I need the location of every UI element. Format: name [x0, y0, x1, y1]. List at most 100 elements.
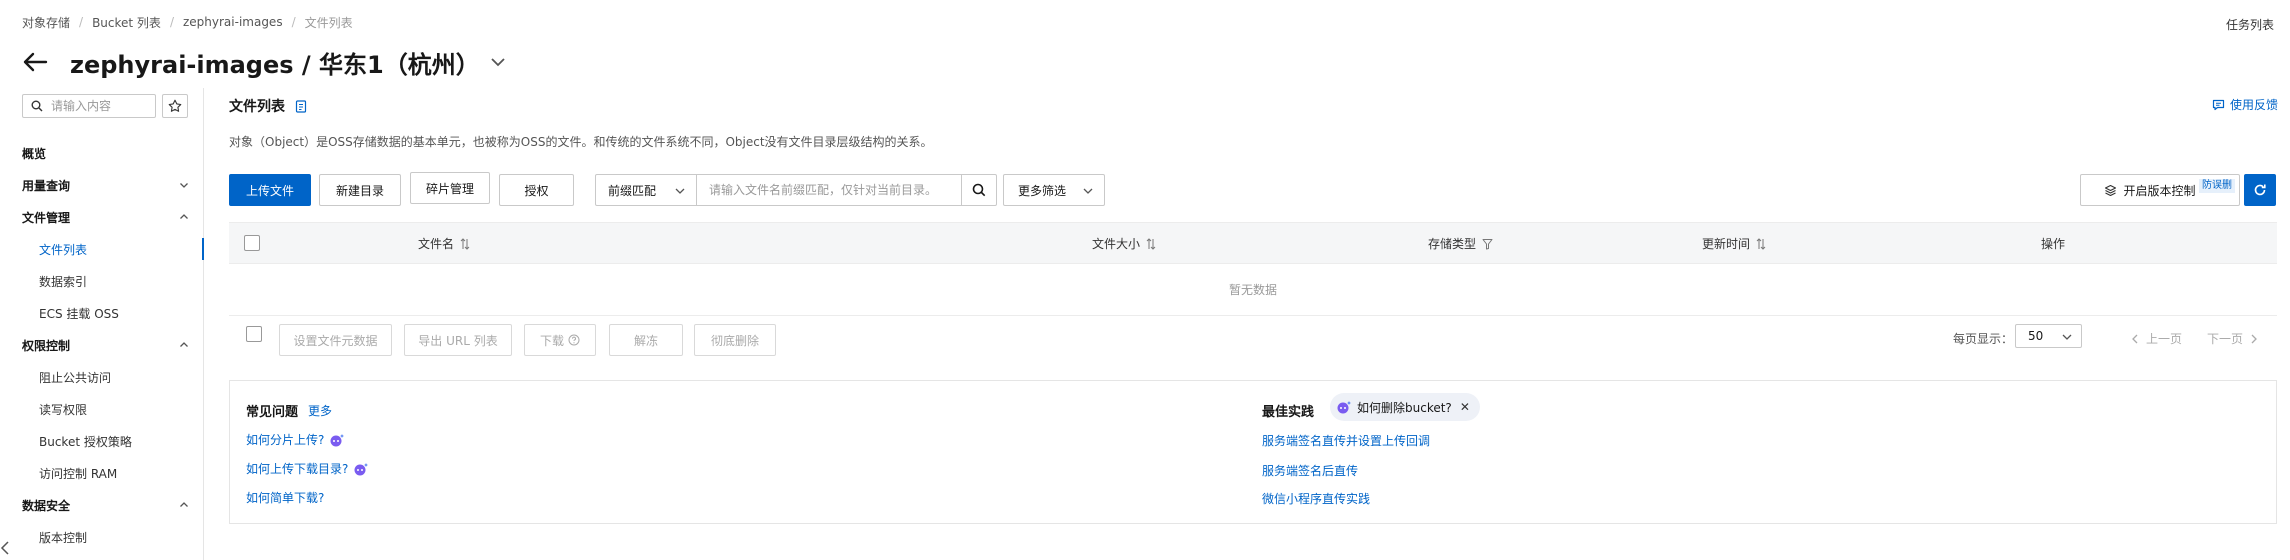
favorite-star-button[interactable]: [162, 94, 188, 118]
permanent-delete-button[interactable]: 彻底删除: [694, 324, 776, 356]
chevron-down-icon: [180, 183, 188, 188]
column-header-file-size[interactable]: 文件大小: [1092, 235, 1156, 252]
download-button[interactable]: 下载: [524, 324, 596, 356]
sidebar-item-file-management[interactable]: 文件管理: [0, 206, 204, 228]
breadcrumb-current: 文件列表: [304, 15, 353, 30]
select-all-checkbox[interactable]: [244, 235, 260, 251]
close-icon[interactable]: ✕: [1460, 400, 1470, 414]
sidebar-item-label: 用量查询: [22, 178, 71, 193]
best-practice-link[interactable]: 微信小程序直传实践: [1262, 490, 1370, 507]
breadcrumb-item[interactable]: 对象存储: [22, 14, 70, 31]
chevron-down-icon[interactable]: [490, 52, 510, 72]
prev-page-label: 上一页: [2146, 332, 2183, 346]
more-filter-label: 更多筛选: [1018, 183, 1067, 198]
help-icon: [568, 334, 580, 346]
breadcrumb-item[interactable]: Bucket 列表: [92, 14, 161, 31]
sidebar-item-rw-permission[interactable]: 读写权限: [0, 398, 204, 420]
authorize-button[interactable]: 授权: [499, 174, 574, 206]
new-directory-button[interactable]: 新建目录: [319, 174, 401, 206]
layers-icon: [2105, 184, 2117, 196]
sidebar-item-ecs-mount[interactable]: ECS 挂载 OSS: [0, 302, 204, 324]
faq-link[interactable]: 如何分片上传?: [246, 431, 345, 448]
ai-question-chip[interactable]: 如何删除bucket? ✕: [1330, 393, 1480, 421]
ai-assistant-icon: [330, 433, 345, 446]
chevron-up-icon: [180, 502, 188, 507]
upload-file-button[interactable]: 上传文件: [229, 174, 311, 206]
sort-icon: [460, 237, 470, 250]
faq-more-link[interactable]: 更多: [308, 402, 332, 419]
search-icon: [972, 183, 986, 197]
prefix-match-value: 前缀匹配: [608, 183, 657, 198]
prefix-match-select[interactable]: 前缀匹配: [595, 174, 697, 206]
sidebar-item-overview[interactable]: 概览: [0, 142, 204, 164]
fragment-management-button[interactable]: 碎片管理: [410, 172, 490, 204]
breadcrumb-separator: /: [291, 15, 296, 29]
feedback-label: 使用反馈: [2229, 98, 2278, 112]
batch-select-checkbox[interactable]: [246, 326, 262, 342]
chevron-left-icon: [2132, 334, 2138, 343]
column-label: 文件名: [418, 237, 455, 251]
sidebar-item-label: 权限控制: [22, 338, 71, 353]
column-header-actions: 操作: [2041, 235, 2065, 252]
chevron-down-icon: [675, 188, 685, 194]
best-practice-link[interactable]: 服务端签名后直传: [1262, 462, 1358, 479]
table-header: 文件名 文件大小 存储类型 更新时间 操作: [229, 222, 2277, 264]
search-icon: [31, 100, 43, 112]
page-size-select[interactable]: 50: [2015, 324, 2082, 348]
sort-icon: [1756, 237, 1766, 250]
sidebar-item-label: 数据索引: [39, 274, 88, 289]
sidebar-collapse-button[interactable]: [0, 536, 14, 560]
enable-version-control-button[interactable]: 开启版本控制 防误删: [2080, 174, 2240, 206]
chevron-down-icon: [1083, 188, 1093, 194]
sidebar-item-block-public-access[interactable]: 阻止公共访问: [0, 366, 204, 388]
filter-icon: [1482, 238, 1493, 249]
task-list-link[interactable]: 任务列表: [2226, 16, 2274, 33]
breadcrumb-separator: /: [169, 15, 174, 29]
breadcrumb-separator: /: [79, 15, 84, 29]
sidebar-item-usage[interactable]: 用量查询: [0, 174, 204, 196]
export-url-list-button[interactable]: 导出 URL 列表: [404, 324, 512, 356]
table-empty-state: 暂无数据: [229, 264, 2277, 316]
document-icon[interactable]: [295, 99, 307, 113]
sidebar-item-label: 访问控制 RAM: [39, 466, 118, 481]
sidebar-item-file-list[interactable]: 文件列表: [0, 238, 204, 260]
sidebar-item-ram[interactable]: 访问控制 RAM: [0, 462, 204, 484]
sidebar-item-bucket-policy[interactable]: Bucket 授权策略: [0, 430, 204, 452]
feedback-link[interactable]: 使用反馈: [2212, 96, 2278, 113]
sidebar-search-input[interactable]: [51, 99, 151, 113]
column-label: 更新时间: [1702, 237, 1751, 251]
sidebar-item-version-control[interactable]: 版本控制: [0, 526, 204, 548]
column-label: 操作: [2041, 237, 2066, 251]
unfreeze-button[interactable]: 解冻: [609, 324, 683, 356]
column-header-file-name[interactable]: 文件名: [418, 235, 470, 252]
set-metadata-button[interactable]: 设置文件元数据: [279, 324, 392, 356]
page-title: zephyrai-images / 华东1（杭州）: [70, 50, 480, 79]
prev-page-button[interactable]: 上一页: [2130, 330, 2182, 347]
faq-link[interactable]: 如何上传下载目录?: [246, 460, 369, 477]
best-practice-title: 最佳实践: [1262, 405, 1315, 420]
feedback-icon: [2212, 99, 2225, 110]
best-practice-heading: 最佳实践: [1262, 401, 1314, 420]
page-header: zephyrai-images / 华东1（杭州）: [22, 44, 510, 80]
sidebar-item-label: 文件列表: [39, 242, 88, 257]
chevron-up-icon: [180, 214, 188, 219]
sidebar-item-data-security[interactable]: 数据安全: [0, 494, 204, 516]
best-practice-link[interactable]: 服务端签名直传并设置上传回调: [1262, 432, 1430, 449]
search-button[interactable]: [961, 174, 997, 206]
column-label: 文件大小: [1092, 237, 1141, 251]
file-search-input[interactable]: [709, 183, 949, 197]
sidebar-item-data-index[interactable]: 数据索引: [0, 270, 204, 292]
faq-link[interactable]: 如何简单下载?: [246, 489, 324, 506]
ai-assistant-icon: [1337, 401, 1351, 414]
breadcrumb-item[interactable]: zephyrai-images: [183, 15, 283, 29]
next-page-button[interactable]: 下一页: [2207, 330, 2259, 347]
more-filter-button[interactable]: 更多筛选: [1003, 174, 1105, 206]
column-header-updated-time[interactable]: 更新时间: [1702, 235, 1766, 252]
column-header-storage-class[interactable]: 存储类型: [1428, 235, 1493, 252]
back-arrow-icon[interactable]: [22, 44, 58, 80]
faq-link-label: 如何上传下载目录?: [246, 462, 349, 476]
faq-link-label: 如何分片上传?: [246, 433, 325, 447]
next-page-label: 下一页: [2207, 332, 2244, 346]
refresh-button[interactable]: [2244, 174, 2276, 206]
sidebar-item-access-control[interactable]: 权限控制: [0, 334, 204, 356]
